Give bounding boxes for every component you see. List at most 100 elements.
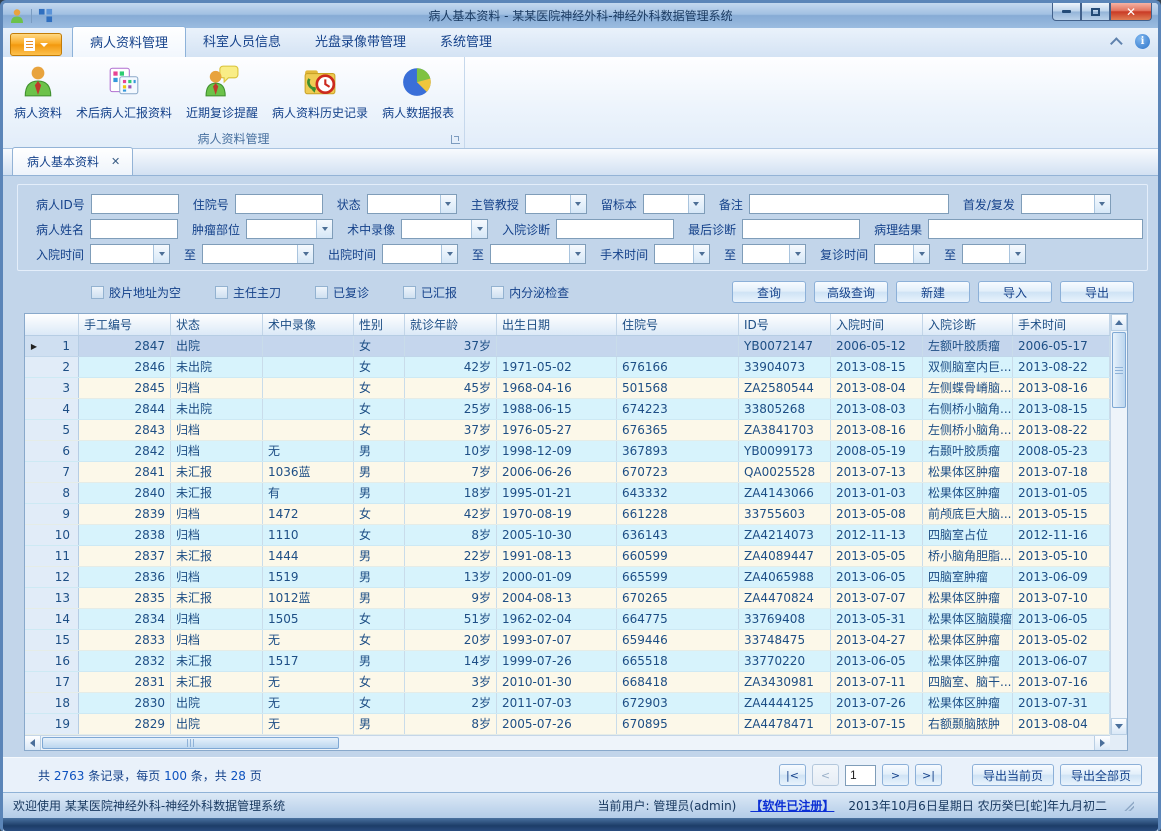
column-header-admission-date[interactable]: 入院时间 [831,314,923,335]
pathology-result-input[interactable] [928,219,1143,239]
document-tab-patient-basic-info[interactable]: 病人基本资料 ✕ [12,147,133,175]
horizontal-scroll-thumb[interactable] [42,737,339,749]
table-row-2[interactable]: 22846未出院女42岁1971-05-02676166339040732013… [25,357,1110,378]
dropdown-arrow-icon[interactable] [316,220,332,238]
ribbon-button-patient-data-report[interactable]: 病人数据报表 [375,60,461,123]
table-row-7[interactable]: 72841未汇报1036蓝男7岁2006-06-26670723QA002552… [25,462,1110,483]
prev-page-button[interactable]: < [812,764,839,786]
table-row-3[interactable]: 32845归档女45岁1968-04-16501568ZA25805442013… [25,378,1110,399]
admission-diagnosis-input[interactable] [556,219,674,239]
ribbon-button-postop-report-data[interactable]: 术后病人汇报资料 [69,60,179,123]
dropdown-arrow-icon[interactable] [297,245,313,263]
import-button[interactable]: 导入 [978,281,1052,303]
table-row-17[interactable]: 172831未汇报无女3岁2010-01-30668418ZA343098120… [25,672,1110,693]
column-header-id-no[interactable]: ID号 [739,314,831,335]
query-button[interactable]: 查询 [732,281,806,303]
table-row-19[interactable]: 192829出院无男8岁2005-07-26670895ZA4478471201… [25,714,1110,735]
checkbox-reported[interactable]: 已汇报 [403,284,457,301]
registered-link[interactable]: 【软件已注册】 [750,797,834,814]
vertical-scrollbar[interactable] [1110,314,1127,735]
table-row-16[interactable]: 162832未汇报1517男14岁1999-07-266655183377022… [25,651,1110,672]
dropdown-arrow-icon[interactable] [471,220,487,238]
table-row-4[interactable]: 42844未出院女25岁1988-06-15674223338052682013… [25,399,1110,420]
dropdown-arrow-icon[interactable] [913,245,929,263]
dropdown-arrow-icon[interactable] [570,195,586,213]
first-or-recurrence-combo[interactable] [1021,194,1111,214]
table-row-15[interactable]: 152833归档无女20岁1993-07-0765944633748475201… [25,630,1110,651]
column-header-birth-date[interactable]: 出生日期 [497,314,617,335]
patient-name-input[interactable] [90,219,178,239]
checkbox-chief-surgeon[interactable]: 主任主刀 [215,284,281,301]
export-current-page-button[interactable]: 导出当前页 [972,764,1054,786]
dropdown-arrow-icon[interactable] [569,245,585,263]
tab-close-icon[interactable]: ✕ [111,156,120,167]
revisit-date-from-combo[interactable] [874,244,930,264]
scroll-left-button[interactable] [25,736,41,750]
app-menu-button[interactable] [10,33,62,56]
collapse-ribbon-icon[interactable] [1110,37,1123,50]
dropdown-arrow-icon[interactable] [688,195,704,213]
final-diagnosis-input[interactable] [742,219,860,239]
table-row-9[interactable]: 92839归档1472女42岁1970-08-19661228337556032… [25,504,1110,525]
scroll-up-button[interactable] [1111,314,1127,331]
checkbox-revisited[interactable]: 已复诊 [315,284,369,301]
info-icon[interactable]: i [1135,34,1150,49]
column-header-admission-diagnosis[interactable]: 入院诊断 [923,314,1013,335]
new-button[interactable]: 新建 [896,281,970,303]
menu-tab-department-staff-info[interactable]: 科室人员信息 [186,26,298,57]
column-header-inpatient-no[interactable]: 住院号 [617,314,739,335]
menu-tab-patient-data-management[interactable]: 病人资料管理 [72,26,186,57]
close-button[interactable]: ✕ [1110,3,1152,21]
dialog-launcher-icon[interactable] [451,135,460,144]
column-header-gender[interactable]: 性别 [354,314,405,335]
table-row-13[interactable]: 132835未汇报1012蓝男9岁2004-08-13670265ZA44708… [25,588,1110,609]
dropdown-arrow-icon[interactable] [1094,195,1110,213]
ribbon-button-patient-data[interactable]: 病人资料 [7,60,69,123]
dropdown-arrow-icon[interactable] [441,245,457,263]
export-button[interactable]: 导出 [1060,281,1134,303]
table-row-10[interactable]: 102838归档1110女8岁2005-10-30636143ZA4214073… [25,525,1110,546]
ribbon-button-recent-revisit-reminder[interactable]: 近期复诊提醒 [179,60,265,123]
column-header-intraop-video[interactable]: 术中录像 [263,314,354,335]
menu-tab-system-management[interactable]: 系统管理 [423,26,509,57]
admission-date-from-combo[interactable] [90,244,170,264]
discharge-date-to-combo[interactable] [490,244,586,264]
menu-tab-disc-video-management[interactable]: 光盘录像带管理 [298,26,423,57]
export-all-pages-button[interactable]: 导出全部页 [1060,764,1142,786]
dropdown-arrow-icon[interactable] [153,245,169,263]
supervising-professor-combo[interactable] [525,194,587,214]
dropdown-arrow-icon[interactable] [1009,245,1025,263]
table-row-1[interactable]: ▶12847出院女37岁YB00721472006-05-12左额叶胶质瘤200… [25,336,1110,357]
status-combo[interactable] [367,194,457,214]
column-header-surgery-date[interactable]: 手术时间 [1013,314,1110,335]
revisit-date-to-combo[interactable] [962,244,1026,264]
table-row-6[interactable]: 62842归档无男10岁1998-12-09367893YB0099173200… [25,441,1110,462]
minimize-button[interactable] [1052,3,1081,21]
surgery-date-from-combo[interactable] [654,244,710,264]
discharge-date-from-combo[interactable] [382,244,458,264]
patient-id-input[interactable] [91,194,179,214]
column-header-visit-age[interactable]: 就诊年龄 [405,314,497,335]
maximize-button[interactable] [1081,3,1110,21]
advanced-query-button[interactable]: 高级查询 [814,281,888,303]
next-page-button[interactable]: > [882,764,909,786]
tumor-site-combo[interactable] [246,219,333,239]
dropdown-arrow-icon[interactable] [440,195,456,213]
vertical-scroll-thumb[interactable] [1112,332,1126,408]
dropdown-arrow-icon[interactable] [789,245,805,263]
intraop-video-combo[interactable] [401,219,488,239]
scroll-down-button[interactable] [1111,718,1127,735]
table-row-5[interactable]: 52843归档女37岁1976-05-27676365ZA38417032013… [25,420,1110,441]
admission-date-to-combo[interactable] [202,244,314,264]
table-row-8[interactable]: 82840未汇报有男18岁1995-01-21643332ZA414306620… [25,483,1110,504]
resize-grip-icon[interactable] [1123,800,1134,811]
inpatient-no-input[interactable] [235,194,323,214]
table-row-14[interactable]: 142834归档1505女51岁1962-02-0466477533769408… [25,609,1110,630]
checkbox-film-address-empty[interactable]: 胶片地址为空 [91,284,181,301]
table-row-12[interactable]: 122836归档1519男13岁2000-01-09665599ZA406598… [25,567,1110,588]
surgery-date-to-combo[interactable] [742,244,806,264]
specimen-kept-combo[interactable] [643,194,705,214]
first-page-button[interactable]: |< [779,764,806,786]
column-header-manual-no[interactable]: 手工编号 [79,314,171,335]
dropdown-arrow-icon[interactable] [693,245,709,263]
